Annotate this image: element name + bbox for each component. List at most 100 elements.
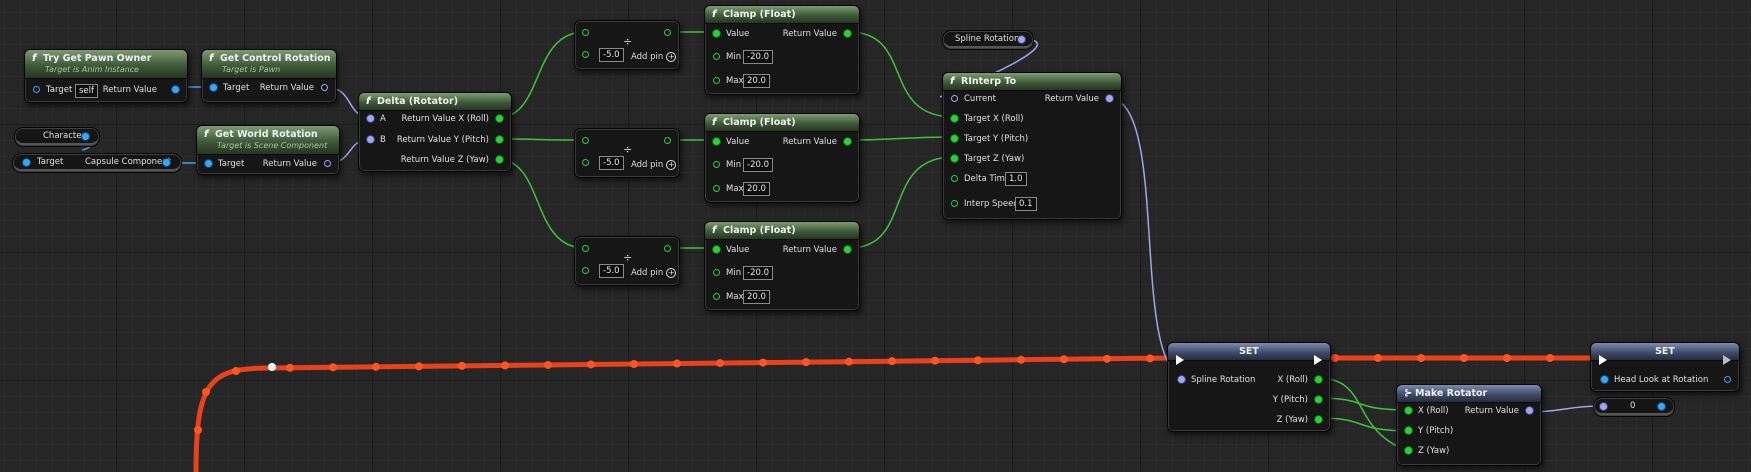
input-b-pin[interactable]	[582, 159, 589, 166]
target-self-field[interactable]: self	[75, 84, 99, 98]
output-pin[interactable]	[664, 29, 671, 36]
x-roll-pin[interactable]: X (Roll)	[1405, 405, 1449, 417]
return-value-pin[interactable]	[844, 138, 851, 145]
b-pin[interactable]: B	[367, 134, 386, 146]
z-yaw-pin[interactable]	[1315, 416, 1322, 423]
value-pin[interactable]: Value	[713, 28, 749, 40]
target-y-pin[interactable]: Target Y (Pitch)	[951, 133, 1028, 145]
input-a-pin[interactable]	[582, 245, 589, 252]
y-pitch-pin[interactable]	[1315, 396, 1322, 403]
variable-label: Character	[43, 131, 85, 141]
max-field[interactable]: 20.0	[743, 182, 770, 196]
max-field[interactable]: 20.0	[743, 290, 770, 304]
return-y-pin[interactable]	[496, 136, 503, 143]
spline-rotation-pin[interactable]: Spline Rotation	[1178, 374, 1255, 386]
spline-rotation-pin[interactable]	[1018, 36, 1025, 43]
delta-time-field[interactable]: 1.0	[1005, 172, 1027, 186]
add-pin-button[interactable]: Add pin +	[631, 268, 677, 278]
input-b-pin[interactable]	[582, 51, 589, 58]
divisor-field[interactable]: -5.0	[599, 156, 624, 170]
interp-speed-pin[interactable]: Interp Speed	[951, 198, 1019, 210]
rinterp-to-node[interactable]: f RInterp To Current Return Value Target …	[942, 72, 1122, 220]
divide-node-2[interactable]: ÷ -5.0 Add pin +	[574, 128, 680, 178]
head-look-out-pin[interactable]	[1724, 376, 1731, 383]
divisor-field[interactable]: -5.0	[599, 264, 624, 278]
get-control-rotation-node[interactable]: f Get Control Rotation Target is Pawn Ta…	[201, 49, 337, 103]
target-z-pin[interactable]: Target Z (Yaw)	[951, 153, 1024, 165]
max-field[interactable]: 20.0	[743, 74, 770, 88]
z-yaw-pin[interactable]: Z (Yaw)	[1405, 445, 1449, 457]
exec-out-pin[interactable]	[1723, 355, 1731, 365]
reroute-out-pin[interactable]	[1658, 403, 1665, 410]
x-roll-pin[interactable]	[1315, 376, 1322, 383]
character-pin[interactable]	[82, 133, 89, 140]
clamp-float-node-3[interactable]: f Clamp (Float) Value Return Value Min -2…	[704, 221, 860, 311]
exec-wire-bead	[845, 357, 853, 366]
return-value-pin[interactable]	[844, 30, 851, 37]
y-pitch-pin[interactable]: Y (Pitch)	[1405, 425, 1453, 437]
interp-speed-field[interactable]: 0.1	[1015, 197, 1037, 211]
divide-node-1[interactable]: ÷ -5.0 Add pin +	[574, 20, 680, 70]
return-value-pin[interactable]	[324, 160, 331, 167]
input-a-pin[interactable]	[582, 29, 589, 36]
min-field[interactable]: -20.0	[743, 266, 773, 280]
return-value-pin[interactable]	[321, 84, 328, 91]
target-x-pin[interactable]: Target X (Roll)	[951, 113, 1024, 125]
return-z-pin[interactable]	[496, 156, 503, 163]
reroute-variable[interactable]: 0	[1593, 397, 1675, 417]
value-pin[interactable]: Value	[713, 136, 749, 148]
return-value-pin[interactable]	[1106, 95, 1113, 102]
divide-node-3[interactable]: ÷ -5.0 Add pin +	[574, 236, 680, 286]
target-pin[interactable]: Target	[205, 158, 244, 170]
exec-in-pin[interactable]	[1599, 355, 1607, 365]
input-a-pin[interactable]	[582, 137, 589, 144]
target-pin[interactable]	[23, 159, 30, 166]
add-pin-button[interactable]: Add pin +	[631, 160, 677, 170]
max-pin[interactable]: Max	[713, 291, 744, 303]
exec-in-pin[interactable]	[1176, 355, 1184, 365]
return-value-pin[interactable]	[172, 86, 179, 93]
return-x-pin[interactable]	[496, 115, 503, 122]
reroute-in-pin[interactable]	[1600, 403, 1607, 410]
output-pin[interactable]	[664, 137, 671, 144]
spline-rotation-variable[interactable]: Spline Rotation	[942, 30, 1034, 50]
return-value-label: Return Value	[782, 245, 837, 255]
target-pin[interactable]: Target	[33, 84, 72, 96]
min-pin[interactable]: Min	[713, 267, 741, 279]
current-pin[interactable]: Current	[951, 93, 996, 105]
return-value-pin[interactable]	[1526, 407, 1533, 414]
capsule-pin[interactable]	[163, 159, 170, 166]
target-pin[interactable]: Target	[210, 82, 249, 94]
node-title: SET	[1239, 346, 1259, 357]
make-rotator-node[interactable]: ⊱ Make Rotator X (Roll) Y (Pitch) Z (Yaw)…	[1396, 384, 1542, 466]
exec-out-pin[interactable]	[1314, 355, 1322, 365]
set-head-look-node[interactable]: SET Head Look at Rotation	[1590, 342, 1740, 392]
delta-time-pin[interactable]: Delta Time	[951, 173, 1010, 185]
return-value-pin[interactable]	[844, 246, 851, 253]
add-pin-button[interactable]: Add pin +	[631, 52, 677, 62]
get-world-rotation-node[interactable]: f Get World Rotation Target is Scene Com…	[196, 125, 340, 175]
output-pin[interactable]	[664, 245, 671, 252]
min-field[interactable]: -20.0	[743, 50, 773, 64]
a-pin[interactable]: A	[367, 113, 386, 125]
try-get-pawn-owner-node[interactable]: f Try Get Pawn Owner Target is Anim Inst…	[24, 49, 188, 103]
character-variable[interactable]: Character	[14, 127, 100, 147]
min-field[interactable]: -20.0	[743, 158, 773, 172]
value-pin[interactable]: Value	[713, 244, 749, 256]
y-pitch-label: Y (Pitch)	[1272, 395, 1308, 405]
divisor-field[interactable]: -5.0	[599, 48, 624, 62]
input-b-pin[interactable]	[582, 267, 589, 274]
clamp-float-node-2[interactable]: f Clamp (Float) Value Return Value Min -2…	[704, 113, 860, 203]
max-pin[interactable]: Max	[713, 75, 744, 87]
delta-rotator-node[interactable]: f Delta (Rotator) A B Return Value X (Ro…	[358, 92, 512, 172]
min-pin[interactable]: Min	[713, 159, 741, 171]
blueprint-graph-canvas[interactable]: f Try Get Pawn Owner Target is Anim Inst…	[0, 0, 1751, 472]
set-spline-rotation-node[interactable]: SET Spline Rotation X (Roll) Y (Pitch) Z…	[1167, 342, 1331, 432]
exec-wire-bead	[202, 388, 210, 396]
clamp-float-node-1[interactable]: f Clamp (Float) Value Return Value Min -2…	[704, 5, 860, 95]
capsule-component-getter[interactable]: Target Capsule Component	[12, 153, 182, 173]
max-pin[interactable]: Max	[713, 183, 744, 195]
node-title: Clamp (Float)	[723, 117, 796, 128]
head-look-pin[interactable]: Head Look at Rotation	[1601, 374, 1708, 386]
min-pin[interactable]: Min	[713, 51, 741, 63]
